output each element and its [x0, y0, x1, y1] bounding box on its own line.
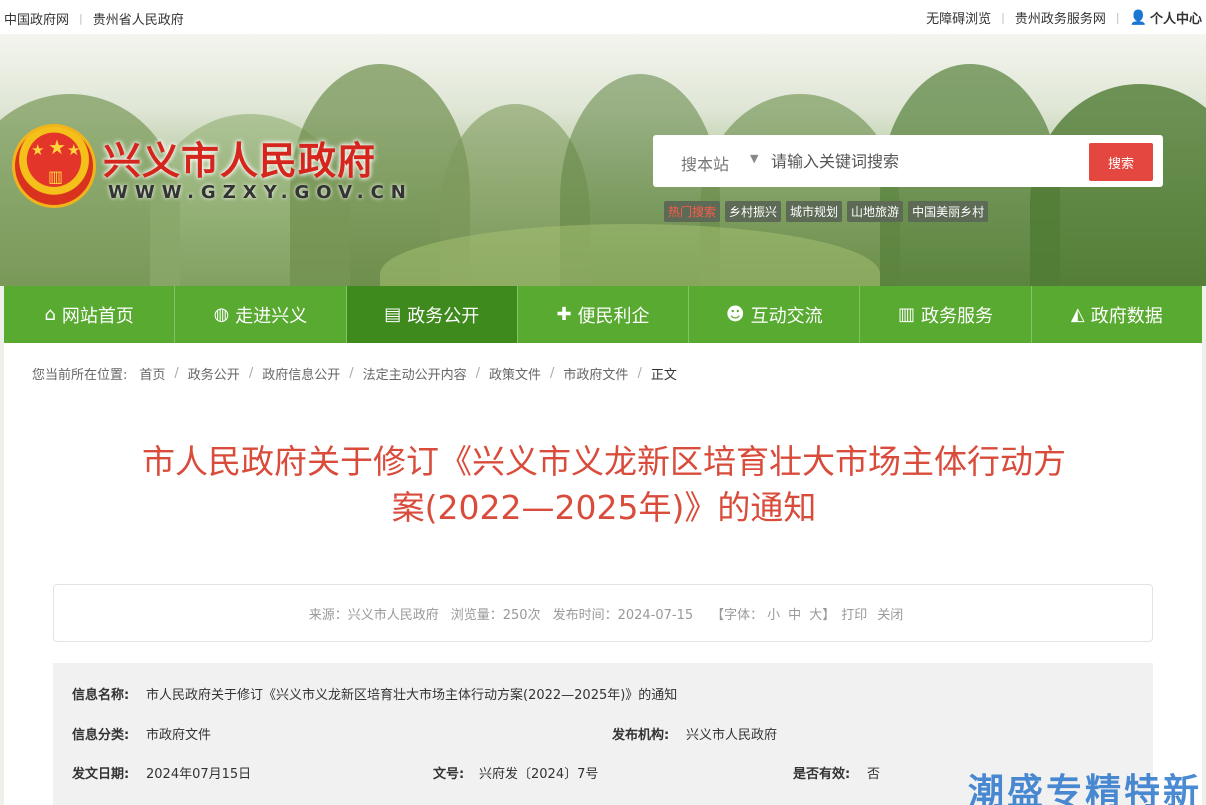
- info-label: 发文日期:: [72, 767, 130, 782]
- guizhou-service-link[interactable]: 贵州政务服务网: [1015, 8, 1106, 27]
- nav-item-gov-affairs[interactable]: ▤ 政务公开: [346, 286, 518, 343]
- article-meta: 来源：兴义市人民政府 浏览量：250次 发布时间：2024-07-15 【字体：…: [53, 584, 1153, 642]
- info-value: 兴府发〔2024〕7号: [479, 767, 599, 782]
- info-label: 文号:: [433, 767, 465, 782]
- breadcrumb-link[interactable]: 政策文件: [489, 364, 541, 383]
- breadcrumb-link[interactable]: 首页: [139, 364, 165, 383]
- nav-label: 政府数据: [1090, 305, 1163, 327]
- info-label: 是否有效:: [793, 767, 851, 782]
- globe-icon: ◍: [213, 304, 230, 325]
- divider: |: [79, 12, 83, 25]
- header-banner: ★ ★ ★ ▥ 兴义市人民政府 WWW.GZXY.GOV.CN 搜本站 ▼ 搜索…: [0, 34, 1206, 286]
- close-button[interactable]: 关闭: [877, 604, 903, 623]
- hot-keyword[interactable]: 中国美丽乡村: [908, 201, 989, 222]
- nav-item-gov-data[interactable]: ◭ 政府数据: [1032, 286, 1202, 343]
- info-value: 2024年07月15日: [146, 767, 252, 782]
- nav-item-about[interactable]: ◍ 走进兴义: [175, 286, 347, 343]
- breadcrumb-link[interactable]: 政府信息公开: [262, 364, 340, 383]
- info-label: 发布机构:: [612, 728, 670, 743]
- breadcrumb: 您当前所在位置: 首页 / 政务公开 / 政府信息公开 / 法定主动公开内容 / 政策文…: [32, 364, 677, 383]
- nav-item-interaction[interactable]: ☻ 互动交流: [689, 286, 861, 343]
- nav-label: 互动交流: [750, 305, 823, 327]
- user-icon: 👤: [1129, 9, 1147, 26]
- breadcrumb-link[interactable]: 法定主动公开内容: [363, 364, 467, 383]
- breadcrumb-link[interactable]: 政务公开: [188, 364, 240, 383]
- accessibility-link[interactable]: 无障碍浏览: [926, 8, 991, 27]
- breadcrumb-current: 正文: [650, 368, 677, 383]
- font-large-button[interactable]: 大: [809, 604, 822, 623]
- site-title: 兴义市人民政府: [103, 138, 377, 183]
- meta-published: 发布时间：2024-07-15: [552, 607, 694, 623]
- info-label: 信息名称:: [72, 688, 130, 703]
- nav-label: 便民利企: [577, 305, 650, 327]
- font-medium-button[interactable]: 中: [788, 604, 801, 623]
- building-icon: ▥: [898, 304, 916, 325]
- national-emblem-logo: ★ ★ ★ ▥: [12, 124, 96, 208]
- nav-item-gov-services[interactable]: ▥ 政务服务: [860, 286, 1032, 343]
- user-center-link[interactable]: 个人中心: [1150, 8, 1202, 27]
- info-value: 市政府文件: [146, 728, 212, 743]
- info-label: 信息分类:: [72, 728, 130, 743]
- hot-keyword[interactable]: 乡村振兴: [725, 201, 782, 222]
- nav-label: 政务公开: [407, 305, 480, 327]
- info-value: 兴义市人民政府: [686, 728, 778, 743]
- font-size-label: 【字体：: [711, 607, 764, 623]
- link-china-gov[interactable]: 中国政府网: [4, 9, 69, 28]
- search-scope-select[interactable]: 搜本站: [681, 151, 729, 175]
- chart-icon: ◭: [1070, 304, 1085, 325]
- font-size-label-end: 】: [822, 607, 836, 623]
- article-title-line: 案(2022—2025年)》的通知: [391, 488, 817, 527]
- puzzle-icon: ✚: [556, 304, 572, 325]
- print-button[interactable]: 打印: [841, 604, 867, 623]
- article-title: 市人民政府关于修订《兴义市义龙新区培育壮大市场主体行动方 案(2022—2025…: [74, 439, 1134, 531]
- hot-search-label: 热门搜索: [664, 201, 721, 222]
- nav-item-services[interactable]: ✚ 便民利企: [518, 286, 690, 343]
- info-value: 否: [867, 767, 881, 782]
- hot-keywords: 热门搜索 乡村振兴 城市规划 山地旅游 中国美丽乡村: [664, 201, 989, 222]
- watermark-text: 潮盛专精特新: [968, 772, 1203, 805]
- meta-source: 来源：兴义市人民政府: [308, 607, 439, 623]
- chat-icon: ☻: [725, 304, 745, 325]
- breadcrumb-prefix: 您当前所在位置:: [32, 368, 128, 383]
- content-panel: 您当前所在位置: 首页 / 政务公开 / 政府信息公开 / 法定主动公开内容 / 政策文…: [4, 343, 1202, 805]
- breadcrumb-link[interactable]: 市政府文件: [563, 364, 628, 383]
- site-url: WWW.GZXY.GOV.CN: [108, 182, 413, 203]
- font-small-button[interactable]: 小: [767, 604, 780, 623]
- search-input[interactable]: [771, 145, 1071, 177]
- top-bar: 中国政府网 | 贵州省人民政府 无障碍浏览 | 贵州政务服务网 | 👤 个人中心: [0, 0, 1206, 34]
- divider: |: [1001, 11, 1005, 24]
- hot-keyword[interactable]: 城市规划: [786, 201, 843, 222]
- nav-label: 网站首页: [61, 305, 134, 327]
- main-nav: ⌂ 网站首页 ◍ 走进兴义 ▤ 政务公开 ✚ 便民利企 ☻ 互动交流 ▥ 政务服…: [4, 286, 1202, 343]
- nav-item-home[interactable]: ⌂ 网站首页: [4, 286, 176, 343]
- document-icon: ▤: [384, 304, 402, 325]
- chevron-down-icon[interactable]: ▼: [750, 152, 758, 165]
- meta-views: 浏览量：250次: [450, 607, 541, 623]
- search-box: 搜本站 ▼ 搜索: [653, 135, 1163, 187]
- nav-label: 走进兴义: [235, 305, 308, 327]
- link-guizhou-gov[interactable]: 贵州省人民政府: [93, 9, 184, 28]
- hot-keyword[interactable]: 山地旅游: [847, 201, 904, 222]
- divider: |: [1115, 11, 1120, 24]
- article-title-line: 市人民政府关于修订《兴义市义龙新区培育壮大市场主体行动方: [142, 442, 1066, 481]
- search-button[interactable]: 搜索: [1089, 143, 1153, 181]
- home-icon: ⌂: [44, 304, 56, 325]
- nav-label: 政务服务: [921, 305, 994, 327]
- info-value: 市人民政府关于修订《兴义市义龙新区培育壮大市场主体行动方案(2022—2025年…: [146, 688, 678, 703]
